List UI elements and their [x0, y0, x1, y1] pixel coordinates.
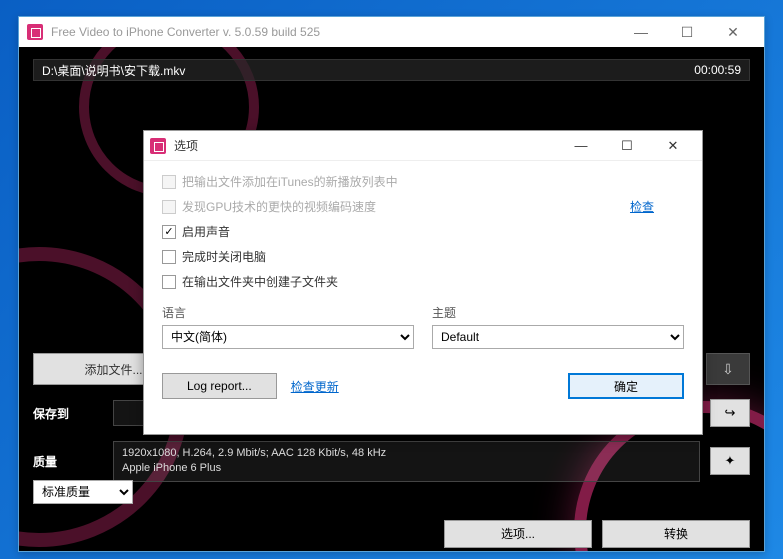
- checkbox-row-gpu: 发现GPU技术的更快的视频编码速度 检查: [162, 198, 684, 215]
- app-icon: [27, 24, 43, 40]
- save-to-label: 保存到: [33, 405, 103, 422]
- checkbox-gpu: [162, 200, 176, 214]
- minimize-button[interactable]: —: [618, 17, 664, 47]
- window-title: Free Video to iPhone Converter v. 5.0.59…: [51, 25, 618, 39]
- dialog-maximize-button[interactable]: ☐: [604, 131, 650, 161]
- dialog-footer: Log report... 检查更新 确定: [144, 361, 702, 411]
- language-group: 语言 中文(简体): [162, 304, 414, 349]
- checkbox-subfolder[interactable]: [162, 275, 176, 289]
- file-info-bar: D:\桌面\说明书\安下载.mkv 00:00:59: [33, 59, 750, 81]
- ok-button[interactable]: 确定: [568, 373, 684, 399]
- options-button[interactable]: 选项...: [444, 520, 592, 548]
- checkbox-sound-label: 启用声音: [182, 223, 230, 240]
- quality-select-row: 标准质量: [33, 480, 750, 504]
- dialog-title: 选项: [174, 137, 558, 154]
- language-label: 语言: [162, 304, 414, 321]
- open-folder-button[interactable]: ↪: [710, 399, 750, 427]
- checkbox-shutdown[interactable]: [162, 250, 176, 264]
- checkbox-subfolder-label: 在输出文件夹中创建子文件夹: [182, 273, 338, 290]
- file-path: D:\桌面\说明书\安下载.mkv: [42, 62, 694, 79]
- media-info: 1920x1080, H.264, 2.9 Mbit/s; AAC 128 Kb…: [113, 441, 700, 482]
- log-report-button[interactable]: Log report...: [162, 373, 277, 399]
- checkbox-row-subfolder: 在输出文件夹中创建子文件夹: [162, 273, 684, 290]
- quality-select[interactable]: 标准质量: [33, 480, 133, 504]
- dialog-body: 把输出文件添加在iTunes的新播放列表中 发现GPU技术的更快的视频编码速度 …: [144, 161, 702, 361]
- settings-button[interactable]: ✦: [710, 447, 750, 475]
- window-controls: — ☐ ✕: [618, 17, 756, 47]
- checkbox-row-shutdown: 完成时关闭电脑: [162, 248, 684, 265]
- app-icon: [150, 138, 166, 154]
- checkbox-sound[interactable]: [162, 225, 176, 239]
- check-gpu-link[interactable]: 检查: [630, 198, 654, 215]
- theme-label: 主题: [432, 304, 684, 321]
- quality-row: 质量 1920x1080, H.264, 2.9 Mbit/s; AAC 128…: [33, 441, 750, 482]
- dialog-minimize-button[interactable]: —: [558, 131, 604, 161]
- theme-group: 主题 Default: [432, 304, 684, 349]
- language-select[interactable]: 中文(简体): [162, 325, 414, 349]
- quality-label: 质量: [33, 453, 103, 470]
- selects-row: 语言 中文(简体) 主题 Default: [162, 304, 684, 349]
- media-info-line2: Apple iPhone 6 Plus: [122, 461, 691, 476]
- check-updates-link[interactable]: 检查更新: [291, 378, 339, 395]
- maximize-button[interactable]: ☐: [664, 17, 710, 47]
- checkbox-row-itunes: 把输出文件添加在iTunes的新播放列表中: [162, 173, 684, 190]
- bottom-buttons: 选项... 转换: [33, 520, 750, 548]
- media-info-line1: 1920x1080, H.264, 2.9 Mbit/s; AAC 128 Kb…: [122, 446, 691, 461]
- close-button[interactable]: ✕: [710, 17, 756, 47]
- file-duration: 00:00:59: [694, 63, 741, 77]
- dialog-close-button[interactable]: ✕: [650, 131, 696, 161]
- checkbox-itunes: [162, 175, 176, 189]
- checkbox-itunes-label: 把输出文件添加在iTunes的新播放列表中: [182, 173, 398, 190]
- move-down-button[interactable]: ⇩: [706, 353, 750, 385]
- theme-select[interactable]: Default: [432, 325, 684, 349]
- checkbox-shutdown-label: 完成时关闭电脑: [182, 248, 266, 265]
- convert-button[interactable]: 转换: [602, 520, 750, 548]
- checkbox-row-sound: 启用声音: [162, 223, 684, 240]
- dialog-titlebar: 选项 — ☐ ✕: [144, 131, 702, 161]
- main-titlebar: Free Video to iPhone Converter v. 5.0.59…: [19, 17, 764, 47]
- options-dialog: 选项 — ☐ ✕ 把输出文件添加在iTunes的新播放列表中 发现GPU技术的更…: [143, 130, 703, 435]
- checkbox-gpu-label: 发现GPU技术的更快的视频编码速度: [182, 198, 376, 215]
